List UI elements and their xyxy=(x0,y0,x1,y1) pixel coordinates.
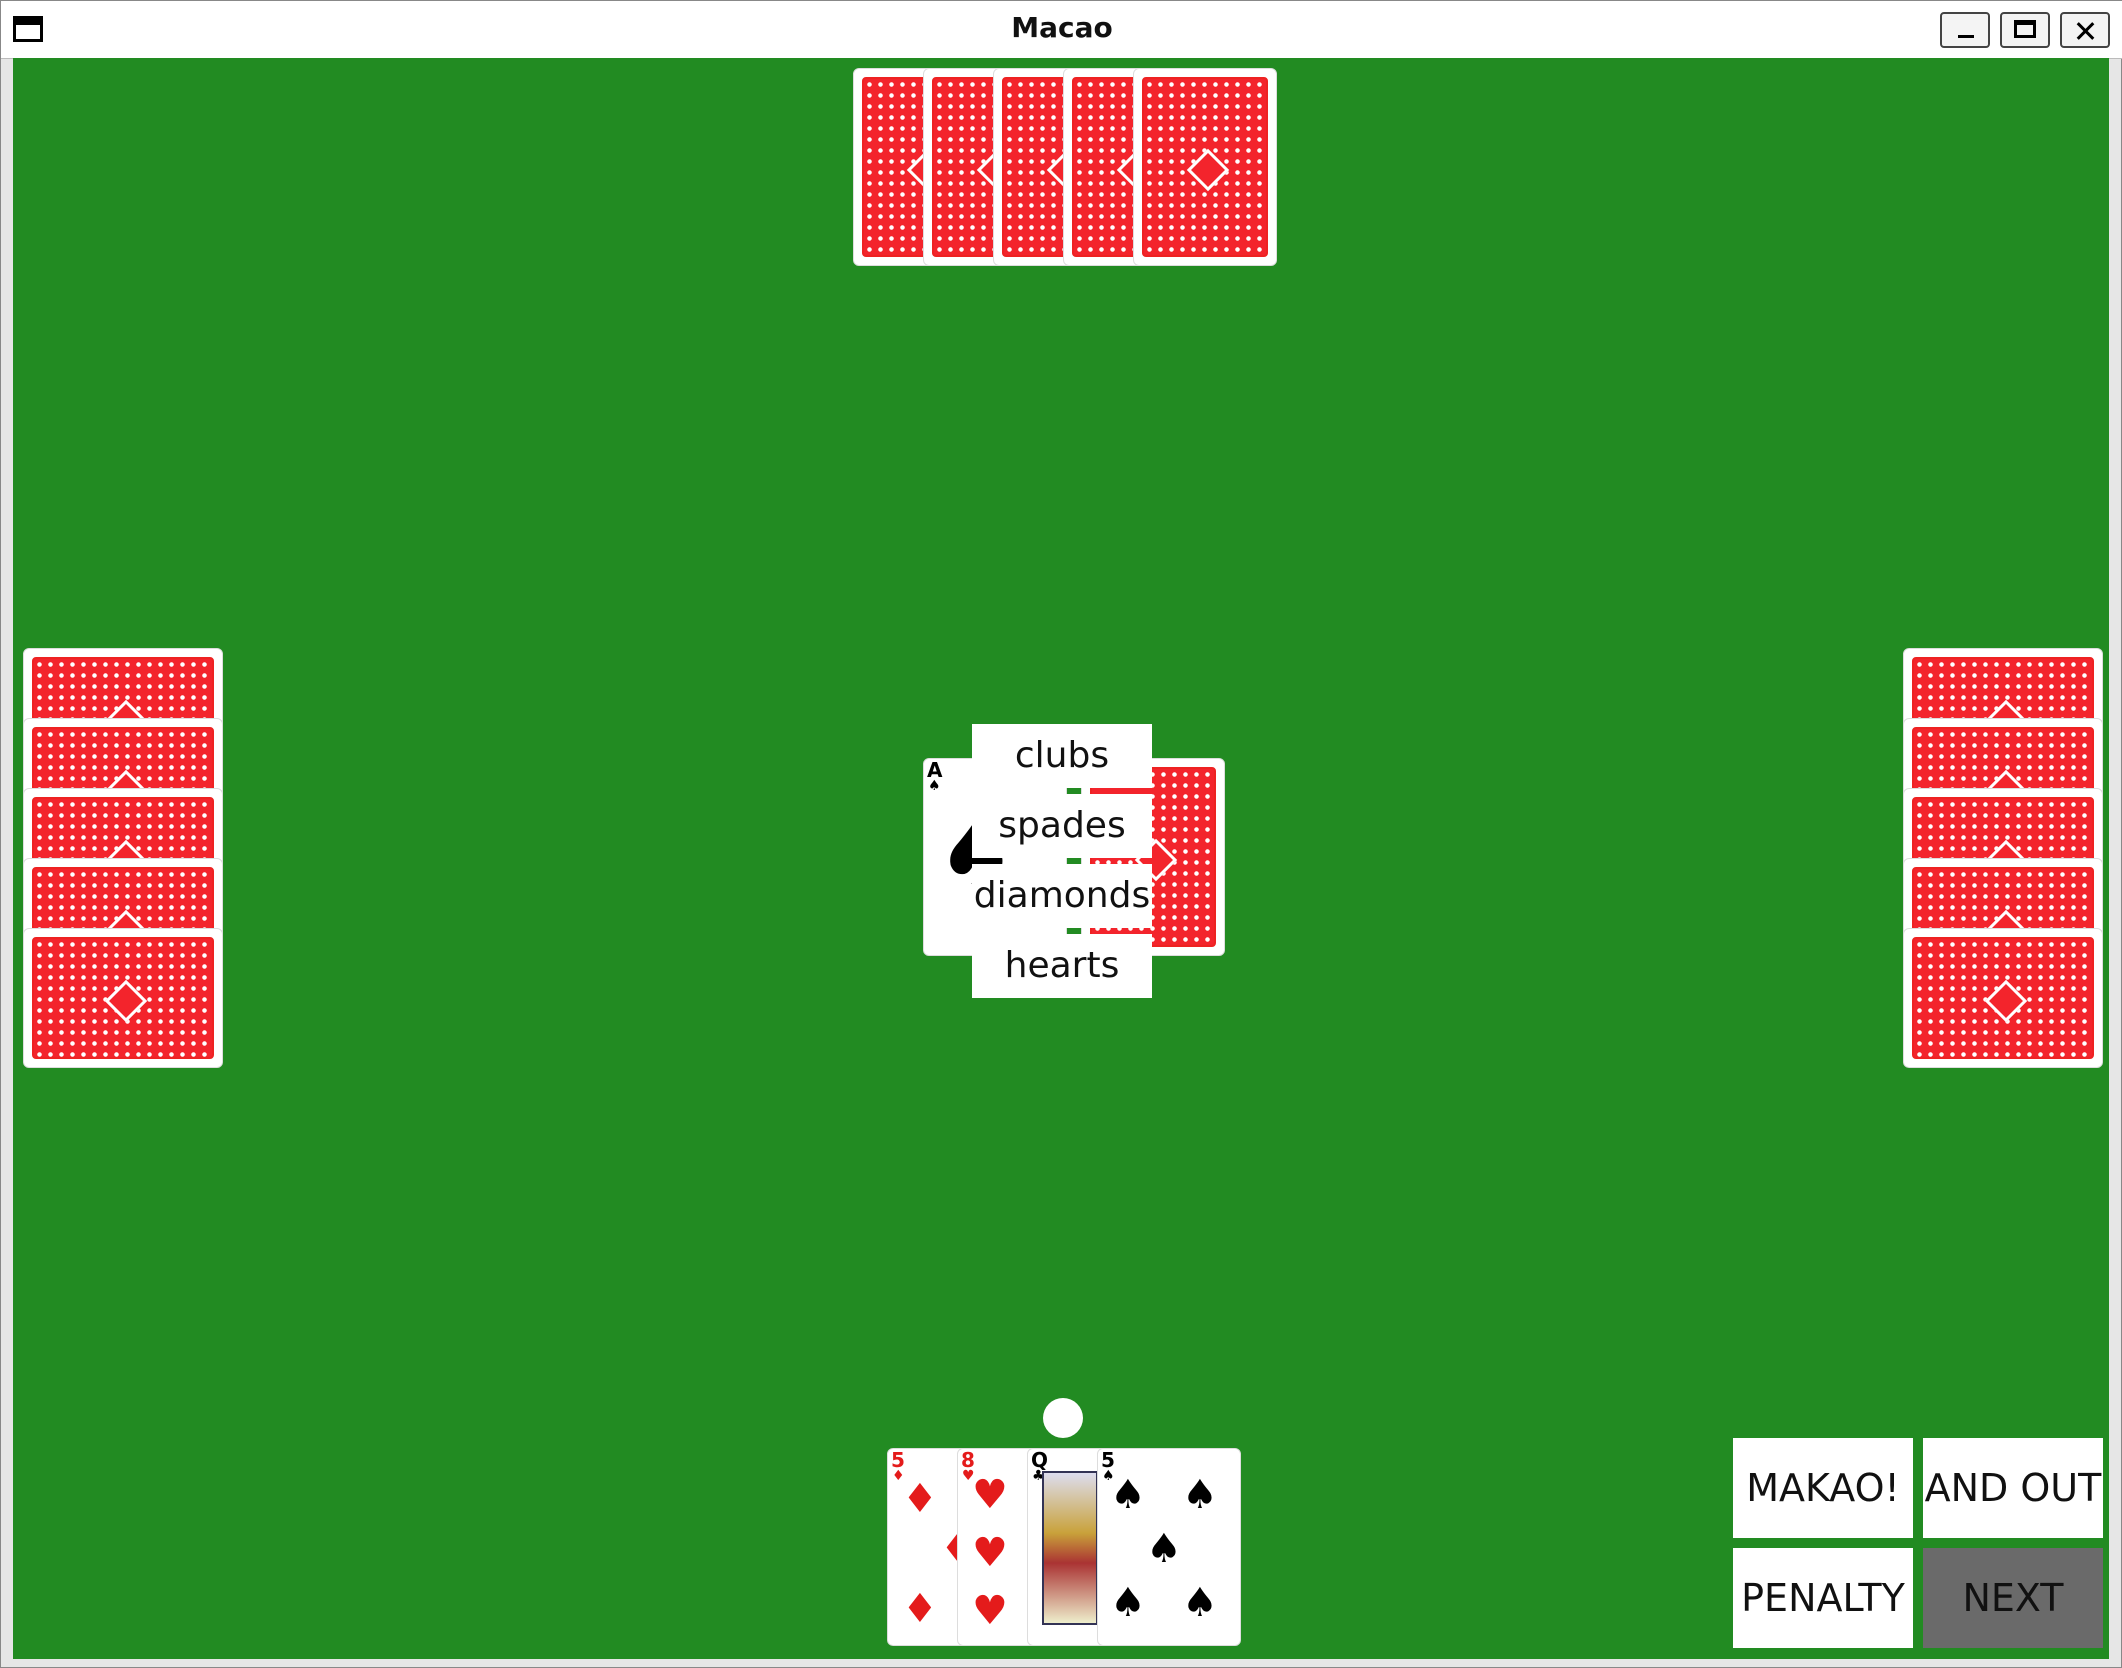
card-back xyxy=(1133,68,1277,266)
diamond-icon: ♦ xyxy=(902,1586,938,1632)
spade-icon: ♠ xyxy=(928,778,941,794)
suit-option-hearts[interactable]: hearts xyxy=(972,934,1152,998)
minimize-button[interactable] xyxy=(1940,12,1990,48)
game-table: A ♠ ♠ clubs spades diamonds hearts 5 ♦ ♦… xyxy=(13,58,2109,1659)
spade-icon: ♠ xyxy=(1110,1472,1146,1518)
app-window: Macao A ♠ clubs spades diamonds hearts 5… xyxy=(0,0,2122,1668)
maximize-button[interactable] xyxy=(2000,12,2050,48)
suit-option-diamonds[interactable]: diamonds xyxy=(972,864,1152,928)
hand-card[interactable]: 5 ♠ ♠ ♠ ♠ ♠ ♠ xyxy=(1097,1448,1241,1646)
spade-icon: ♠ xyxy=(1110,1580,1146,1626)
and-out-button[interactable]: AND OUT xyxy=(1923,1438,2103,1538)
spade-icon: ♠ xyxy=(1182,1472,1218,1518)
diamond-icon: ♦ xyxy=(902,1476,938,1522)
turn-indicator xyxy=(1043,1398,1083,1438)
heart-icon: ♥ xyxy=(972,1530,1008,1576)
card-back xyxy=(1903,928,2103,1068)
title-bar: Macao xyxy=(1,1,2122,59)
spade-icon: ♠ xyxy=(1146,1526,1182,1572)
penalty-button[interactable]: PENALTY xyxy=(1733,1548,1913,1648)
queen-portrait xyxy=(1042,1471,1098,1625)
suit-option-clubs[interactable]: clubs xyxy=(972,724,1152,788)
window-title: Macao xyxy=(1011,11,1113,44)
card-back xyxy=(23,928,223,1068)
heart-icon: ♥ xyxy=(972,1588,1008,1634)
makao-button[interactable]: MAKAO! xyxy=(1733,1438,1913,1538)
heart-icon: ♥ xyxy=(972,1472,1008,1518)
spade-icon: ♠ xyxy=(1182,1580,1218,1626)
close-button[interactable] xyxy=(2060,12,2110,48)
next-button[interactable]: NEXT xyxy=(1923,1548,2103,1648)
suit-option-spades[interactable]: spades xyxy=(972,794,1152,858)
